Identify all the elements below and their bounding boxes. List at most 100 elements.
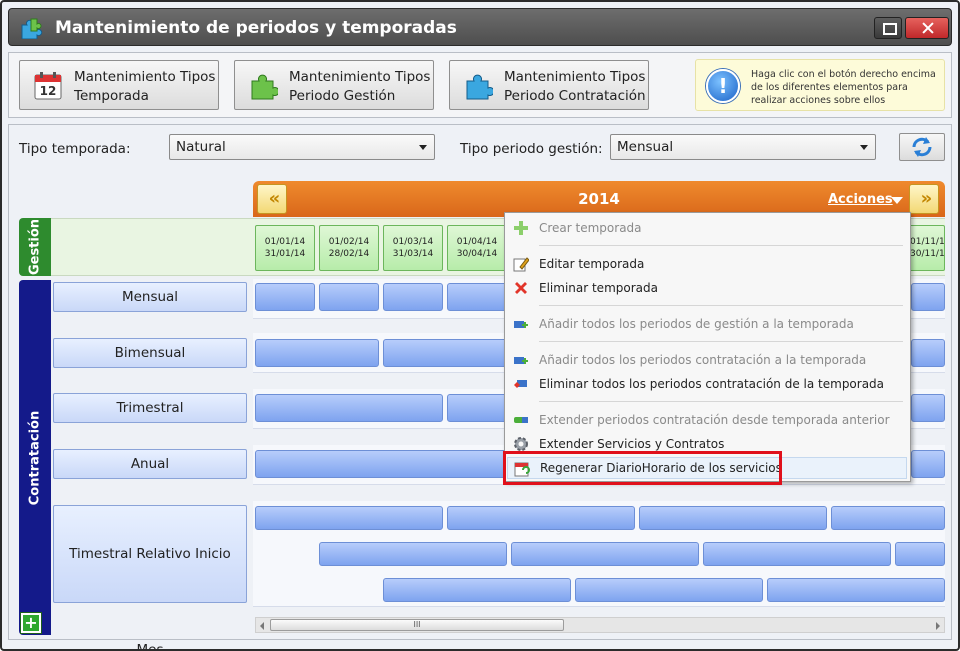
period-end: 30/11/14: [910, 249, 945, 259]
menu-item-eliminar-temporada[interactable]: Eliminar temporada: [505, 277, 910, 299]
green-puzzle-icon: [251, 74, 278, 100]
puzzle-app-icon: [21, 18, 43, 39]
tipos-temporada-label-line2: Temporada: [74, 88, 149, 104]
period-block[interactable]: [895, 542, 945, 566]
period-block[interactable]: [639, 506, 827, 530]
row-label-trimestral[interactable]: Trimestral: [53, 393, 247, 423]
mantenimiento-tipos-periodo-contratacion-button[interactable]: Mantenimiento Tipos Periodo Contratación: [449, 60, 649, 110]
refresh-icon: [912, 137, 932, 157]
tipo-periodo-gestion-label: Tipo periodo gestión:: [460, 141, 603, 157]
toolbar: 12 Mantenimiento Tipos Temporada Manteni…: [8, 52, 952, 118]
menu-item-label: Extender periodos contratación desde tem…: [539, 413, 890, 427]
scroll-left-arrow-icon[interactable]: [260, 622, 264, 630]
gestion-period-cell[interactable]: 01/02/14 28/02/14: [319, 225, 379, 271]
tipos-periodo-gestion-label-line1: Mantenimiento Tipos: [289, 69, 431, 85]
menu-separator: [539, 305, 903, 306]
remove-period-icon: [514, 380, 527, 388]
menu-item-label: Editar temporada: [539, 257, 645, 271]
horizontal-scrollbar[interactable]: III: [255, 617, 945, 633]
gestion-label: Gestión: [27, 218, 43, 276]
menu-separator: [539, 401, 903, 402]
period-block[interactable]: [447, 283, 507, 311]
extend-period-icon: [514, 417, 528, 423]
menu-item-crear-temporada[interactable]: Crear temporada: [505, 217, 910, 239]
period-block[interactable]: [255, 450, 507, 478]
acciones-context-menu: Crear temporada Editar temporada Elimina…: [504, 212, 911, 482]
period-end: 31/03/14: [392, 249, 434, 259]
plus-icon: [514, 221, 528, 235]
menu-item-label: Eliminar temporada: [539, 281, 658, 295]
close-button[interactable]: [905, 17, 949, 39]
row-label-bimensual[interactable]: Bimensual: [53, 338, 247, 368]
add-row-button[interactable]: +: [21, 613, 41, 633]
period-block[interactable]: [255, 394, 443, 422]
period-block[interactable]: [911, 450, 945, 478]
tipos-periodo-contratacion-label-line1: Mantenimiento Tipos: [504, 69, 646, 85]
period-start: 01/11/14: [910, 237, 945, 247]
calendar-icon: 12: [34, 72, 62, 100]
menu-item-anadir-periodos-contratacion[interactable]: Añadir todos los periodos contratación a…: [505, 349, 910, 371]
tipo-temporada-label: Tipo temporada:: [19, 141, 131, 157]
edit-icon: [513, 257, 529, 272]
contratacion-label: Contratación: [27, 410, 43, 505]
add-period-icon: [514, 357, 528, 364]
gear-icon: [514, 437, 528, 451]
chevron-down-icon: [860, 145, 868, 150]
period-block[interactable]: [447, 506, 635, 530]
period-block[interactable]: [911, 339, 945, 367]
period-block[interactable]: [767, 578, 945, 602]
tipo-periodo-gestion-value: Mensual: [617, 139, 674, 155]
acciones-menu-button[interactable]: Acciones: [828, 192, 893, 207]
tipo-temporada-select[interactable]: Natural: [169, 134, 435, 160]
menu-item-extender-periodos[interactable]: Extender periodos contratación desde tem…: [505, 409, 910, 431]
period-end: 28/02/14: [328, 249, 370, 259]
period-start: 01/04/14: [456, 237, 498, 247]
period-block[interactable]: [319, 542, 507, 566]
row-label-mensual[interactable]: Mensual: [53, 282, 247, 312]
tipos-periodo-contratacion-label-line2: Periodo Contratación: [504, 88, 646, 104]
row-label-trimestral-relativo[interactable]: Timestral Relativo Inicio Mes: [53, 505, 247, 649]
mantenimiento-tipos-temporada-button[interactable]: 12 Mantenimiento Tipos Temporada: [19, 60, 219, 110]
period-block[interactable]: [383, 578, 571, 602]
period-block[interactable]: [255, 283, 315, 311]
scrollbar-thumb[interactable]: III: [270, 619, 564, 631]
info-hint-text: Haga clic con el botón derecho encima de…: [751, 69, 936, 106]
refresh-button[interactable]: [899, 133, 945, 161]
period-block[interactable]: [319, 283, 379, 311]
period-block[interactable]: [911, 394, 945, 422]
next-year-button[interactable]: »: [909, 184, 939, 214]
menu-item-label: Extender Servicios y Contratos: [539, 437, 725, 451]
period-block[interactable]: [383, 283, 443, 311]
tipo-periodo-gestion-select[interactable]: Mensual: [610, 134, 876, 160]
gestion-period-cell[interactable]: 01/03/14 31/03/14: [383, 225, 443, 271]
info-exclamation-icon: !: [706, 69, 740, 103]
scroll-right-arrow-icon[interactable]: [936, 622, 940, 630]
gestion-period-cell[interactable]: 01/04/14 30/04/14: [447, 225, 507, 271]
menu-item-editar-temporada[interactable]: Editar temporada: [505, 253, 910, 275]
delete-x-icon: [515, 282, 527, 294]
period-block[interactable]: [255, 339, 379, 367]
period-block[interactable]: [575, 578, 763, 602]
title-bar: Mantenimiento de periodos y temporadas: [8, 8, 952, 46]
menu-separator: [539, 245, 903, 246]
period-block[interactable]: [447, 394, 507, 422]
menu-item-eliminar-periodos-contratacion[interactable]: Eliminar todos los periodos contratación…: [505, 373, 910, 395]
period-block[interactable]: [383, 339, 507, 367]
main-window: Mantenimiento de periodos y temporadas 1…: [0, 0, 960, 651]
period-block[interactable]: [831, 506, 945, 530]
period-block[interactable]: [703, 542, 891, 566]
period-block[interactable]: [911, 283, 945, 311]
gestion-period-cell-partial[interactable]: 01/11/14 30/11/14: [909, 225, 945, 271]
restore-button[interactable]: [874, 17, 902, 39]
tipo-temporada-value: Natural: [176, 139, 226, 155]
row-label-anual[interactable]: Anual: [53, 449, 247, 479]
menu-item-anadir-periodos-gestion[interactable]: Añadir todos los periodos de gestión a l…: [505, 313, 910, 335]
menu-item-label: Añadir todos los periodos de gestión a l…: [539, 317, 854, 331]
period-block[interactable]: [511, 542, 699, 566]
tipos-periodo-gestion-label-line2: Periodo Gestión: [289, 88, 396, 104]
mantenimiento-tipos-periodo-gestion-button[interactable]: Mantenimiento Tipos Periodo Gestión: [234, 60, 434, 110]
dropdown-arrow-icon: [891, 197, 903, 204]
add-period-icon: [514, 321, 528, 328]
gestion-period-cell[interactable]: 01/01/14 31/01/14: [255, 225, 315, 271]
period-block[interactable]: [255, 506, 443, 530]
